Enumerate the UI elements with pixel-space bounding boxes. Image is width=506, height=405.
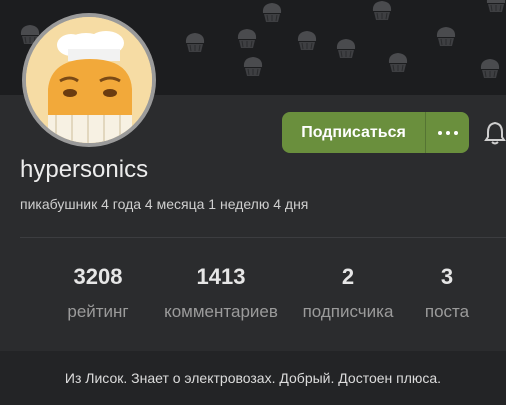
stat-label: комментариев: [164, 302, 278, 321]
stat-label: рейтинг: [67, 302, 129, 321]
divider: [20, 237, 506, 238]
subscribe-button-label: Подписаться: [301, 123, 406, 141]
stat-label: подписчика: [302, 302, 394, 321]
stat-value: 3208: [73, 264, 123, 289]
stat-label: поста: [424, 302, 470, 321]
stat-value: 1413: [196, 264, 246, 289]
tenure-text: пикабушник 4 года 4 месяца 1 неделю 4 дн…: [20, 196, 309, 212]
profile-bio: Из Лисок. Знает о электровозах. Добрый. …: [64, 370, 442, 386]
button-separator: [425, 112, 426, 153]
stat-subscribers[interactable]: 2 подписчика: [290, 264, 406, 322]
stat-posts[interactable]: 3 поста: [412, 264, 482, 322]
stat-value: 2: [341, 264, 355, 289]
subscribe-button[interactable]: Подписаться: [282, 112, 425, 153]
more-options-button[interactable]: [425, 112, 469, 153]
stat-rating[interactable]: 3208 рейтинг: [56, 264, 140, 322]
avatar[interactable]: [22, 13, 156, 147]
bell-icon[interactable]: [484, 121, 506, 145]
username: hypersonics: [20, 156, 149, 183]
chef-muffin-avatar-icon: [26, 17, 152, 143]
stat-comments[interactable]: 1413 комментариев: [148, 264, 294, 322]
more-dots-icon: [437, 130, 458, 135]
profile-bio-bar: Из Лисок. Знает о электровозах. Добрый. …: [0, 351, 506, 405]
stat-value: 3: [440, 264, 454, 289]
